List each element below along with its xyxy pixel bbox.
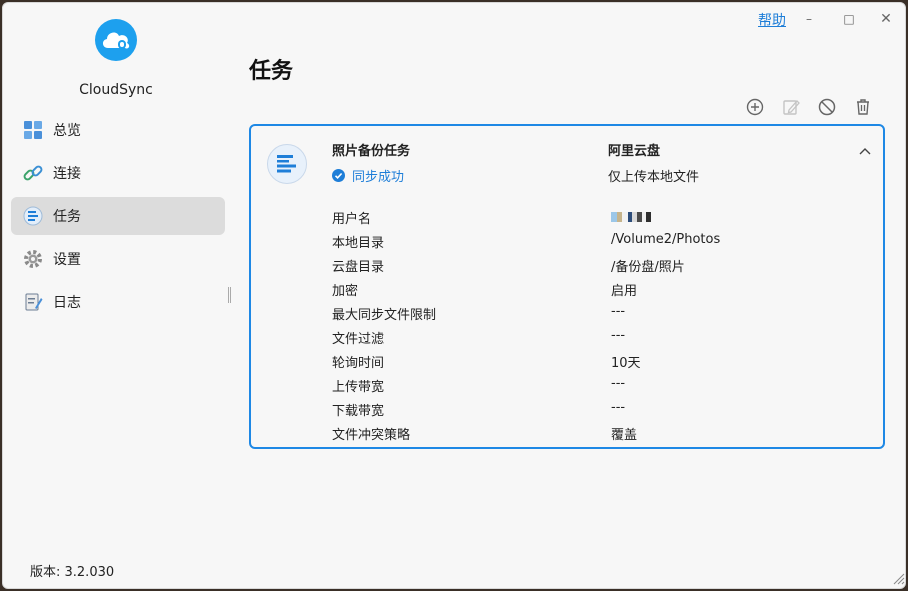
minimize-button[interactable]: – <box>799 9 819 29</box>
overview-icon <box>24 121 42 139</box>
sidebar-item-label: 设置 <box>53 252 81 268</box>
detail-label: 文件冲突策略 <box>332 428 411 443</box>
detail-row-download-bandwidth: 下载带宽 --- <box>332 398 872 422</box>
sidebar-resize-handle[interactable] <box>228 287 231 303</box>
check-circle-icon <box>332 169 345 182</box>
help-link[interactable]: 帮助 <box>758 10 786 30</box>
sidebar-item-label: 任务 <box>53 209 81 225</box>
sidebar-item-label: 连接 <box>53 166 81 182</box>
sidebar-item-label: 总览 <box>53 123 81 139</box>
cloud-provider: 阿里云盘 <box>608 144 661 159</box>
detail-row-encryption: 加密 启用 <box>332 278 872 302</box>
sidebar-nav: 总览 连接 任务 设置 日志 <box>11 111 225 326</box>
detail-value: 启用 <box>611 284 638 299</box>
sidebar-item-overview[interactable]: 总览 <box>11 111 225 149</box>
sidebar: CloudSync 总览 连接 任务 设置 日志 版本: 3.2.030 <box>3 3 233 588</box>
detail-label: 最大同步文件限制 <box>332 308 437 323</box>
close-button[interactable]: ✕ <box>876 9 896 29</box>
chevron-up-icon[interactable] <box>857 144 873 160</box>
task-name: 照片备份任务 <box>332 144 411 159</box>
task-status: 同步成功 <box>332 166 404 185</box>
detail-label: 轮询时间 <box>332 356 385 371</box>
task-card[interactable]: 照片备份任务 同步成功 阿里云盘 仅上传本地文件 用户名 本地目录 /Volum… <box>249 124 885 449</box>
delete-icon[interactable] <box>853 97 873 117</box>
detail-row-poll-interval: 轮询时间 10天 <box>332 350 872 374</box>
detail-value: 10天 <box>611 356 641 371</box>
detail-label: 本地目录 <box>332 236 385 251</box>
detail-value: --- <box>611 400 626 415</box>
status-text: 同步成功 <box>352 170 405 185</box>
detail-value: /备份盘/照片 <box>611 260 685 275</box>
sidebar-item-settings[interactable]: 设置 <box>11 240 225 278</box>
detail-value: --- <box>611 328 626 343</box>
detail-row-max-files: 最大同步文件限制 --- <box>332 302 872 326</box>
detail-label: 下载带宽 <box>332 404 385 419</box>
cloudsync-window: 帮助 – □ ✕ CloudSync 总览 连接 任务 设置 日志 版本: 3.… <box>2 2 906 589</box>
detail-value: 覆盖 <box>611 428 638 443</box>
maximize-button[interactable]: □ <box>839 9 859 29</box>
version-label: 版本: 3.2.030 <box>30 565 115 580</box>
disable-icon[interactable] <box>817 97 837 117</box>
sidebar-item-logs[interactable]: 日志 <box>11 283 225 321</box>
task-toolbar <box>745 97 873 117</box>
gear-icon <box>24 250 42 268</box>
detail-value: --- <box>611 376 626 391</box>
link-icon <box>23 165 43 181</box>
resize-grip-icon[interactable] <box>889 569 905 585</box>
detail-row-cloud-dir: 云盘目录 /备份盘/照片 <box>332 254 872 278</box>
sidebar-item-label: 日志 <box>53 295 81 311</box>
detail-label: 用户名 <box>332 212 372 227</box>
sidebar-item-tasks[interactable]: 任务 <box>11 197 225 235</box>
redacted-username <box>611 212 657 222</box>
cloudsync-logo-icon <box>95 19 137 61</box>
log-icon <box>25 293 43 311</box>
detail-row-local-dir: 本地目录 /Volume2/Photos <box>332 230 872 254</box>
detail-row-conflict-policy: 文件冲突策略 覆盖 <box>332 422 872 446</box>
sidebar-item-connection[interactable]: 连接 <box>11 154 225 192</box>
task-list-icon <box>23 206 43 226</box>
detail-value: /Volume2/Photos <box>611 232 721 247</box>
detail-row-upload-bandwidth: 上传带宽 --- <box>332 374 872 398</box>
sync-direction: 仅上传本地文件 <box>608 170 700 185</box>
page-title: 任务 <box>249 59 294 84</box>
detail-row-username: 用户名 <box>332 206 872 230</box>
add-icon[interactable] <box>745 97 765 117</box>
task-list-icon <box>267 144 307 184</box>
detail-label: 加密 <box>332 284 359 299</box>
detail-label: 云盘目录 <box>332 260 385 275</box>
task-details: 用户名 本地目录 /Volume2/Photos 云盘目录 /备份盘/照片 加密… <box>332 206 872 446</box>
edit-icon[interactable] <box>781 97 801 117</box>
detail-value: --- <box>611 304 626 319</box>
detail-label: 文件过滤 <box>332 332 385 347</box>
app-name: CloudSync <box>79 82 153 98</box>
detail-row-file-filter: 文件过滤 --- <box>332 326 872 350</box>
detail-label: 上传带宽 <box>332 380 385 395</box>
